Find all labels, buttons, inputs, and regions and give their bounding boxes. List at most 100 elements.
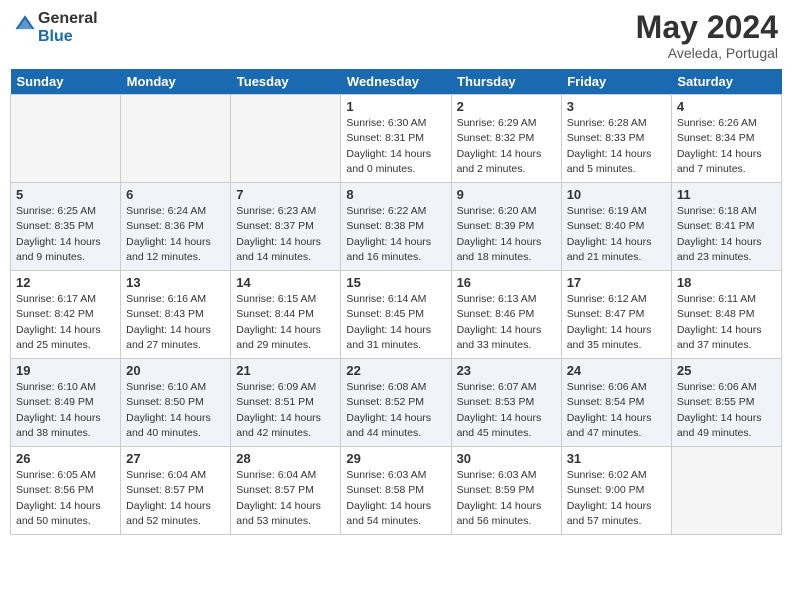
day-number: 17	[567, 275, 666, 290]
calendar-cell: 31Sunrise: 6:02 AMSunset: 9:00 PMDayligh…	[561, 447, 671, 535]
day-number: 31	[567, 451, 666, 466]
calendar-cell: 7Sunrise: 6:23 AMSunset: 8:37 PMDaylight…	[231, 183, 341, 271]
cell-sun-info: Sunrise: 6:09 AMSunset: 8:51 PMDaylight:…	[236, 380, 335, 441]
daylight: Daylight: 14 hours and 7 minutes.	[677, 148, 762, 175]
sunset: Sunset: 8:53 PM	[457, 396, 535, 408]
calendar-cell: 19Sunrise: 6:10 AMSunset: 8:49 PMDayligh…	[11, 359, 121, 447]
sunset: Sunset: 8:41 PM	[677, 220, 755, 232]
daylight: Daylight: 14 hours and 42 minutes.	[236, 412, 321, 439]
sunset: Sunset: 8:38 PM	[346, 220, 424, 232]
sunset: Sunset: 8:52 PM	[346, 396, 424, 408]
sunset: Sunset: 8:46 PM	[457, 308, 535, 320]
sunset: Sunset: 8:54 PM	[567, 396, 645, 408]
daylight: Daylight: 14 hours and 57 minutes.	[567, 500, 652, 527]
daylight: Daylight: 14 hours and 50 minutes.	[16, 500, 101, 527]
title-block: May 2024 Aveleda, Portugal	[636, 10, 778, 61]
calendar-cell: 8Sunrise: 6:22 AMSunset: 8:38 PMDaylight…	[341, 183, 451, 271]
page-header: General Blue May 2024 Aveleda, Portugal	[10, 10, 782, 61]
daylight: Daylight: 14 hours and 56 minutes.	[457, 500, 542, 527]
calendar-cell: 9Sunrise: 6:20 AMSunset: 8:39 PMDaylight…	[451, 183, 561, 271]
sunrise: Sunrise: 6:28 AM	[567, 117, 647, 129]
cell-sun-info: Sunrise: 6:08 AMSunset: 8:52 PMDaylight:…	[346, 380, 445, 441]
calendar-week-row: 26Sunrise: 6:05 AMSunset: 8:56 PMDayligh…	[11, 447, 782, 535]
sunset: Sunset: 8:37 PM	[236, 220, 314, 232]
day-number: 22	[346, 363, 445, 378]
day-number: 30	[457, 451, 556, 466]
calendar-table: SundayMondayTuesdayWednesdayThursdayFrid…	[10, 69, 782, 535]
sunrise: Sunrise: 6:26 AM	[677, 117, 757, 129]
sunset: Sunset: 8:43 PM	[126, 308, 204, 320]
sunrise: Sunrise: 6:17 AM	[16, 293, 96, 305]
day-number: 18	[677, 275, 776, 290]
day-number: 21	[236, 363, 335, 378]
daylight: Daylight: 14 hours and 2 minutes.	[457, 148, 542, 175]
calendar-cell: 22 Sunrise: 6:08 AMSunset: 8:52 PMDayligh…	[341, 359, 451, 447]
cell-sun-info: Sunrise: 6:28 AMSunset: 8:33 PMDaylight:…	[567, 116, 666, 177]
cell-sun-info: Sunrise: 6:07 AMSunset: 8:53 PMDaylight:…	[457, 380, 556, 441]
daylight: Daylight: 14 hours and 52 minutes.	[126, 500, 211, 527]
calendar-cell: 24Sunrise: 6:06 AMSunset: 8:54 PMDayligh…	[561, 359, 671, 447]
calendar-week-row: 19Sunrise: 6:10 AMSunset: 8:49 PMDayligh…	[11, 359, 782, 447]
daylight: Daylight: 14 hours and 25 minutes.	[16, 324, 101, 351]
weekday-header: Monday	[121, 69, 231, 95]
daylight: Daylight: 14 hours and 40 minutes.	[126, 412, 211, 439]
logo-line2: Blue	[38, 28, 98, 46]
calendar-cell: 27Sunrise: 6:04 AMSunset: 8:57 PMDayligh…	[121, 447, 231, 535]
daylight: Daylight: 14 hours and 38 minutes.	[16, 412, 101, 439]
calendar-cell: 4Sunrise: 6:26 AMSunset: 8:34 PMDaylight…	[671, 95, 781, 183]
calendar-cell: 18Sunrise: 6:11 AMSunset: 8:48 PMDayligh…	[671, 271, 781, 359]
sunset: Sunset: 8:50 PM	[126, 396, 204, 408]
calendar-cell: 26Sunrise: 6:05 AMSunset: 8:56 PMDayligh…	[11, 447, 121, 535]
cell-sun-info: Sunrise: 6:04 AMSunset: 8:57 PMDaylight:…	[236, 468, 335, 529]
calendar-cell	[231, 95, 341, 183]
calendar-cell: 28 Sunrise: 6:04 AMSunset: 8:57 PMDayligh…	[231, 447, 341, 535]
day-number: 23	[457, 363, 556, 378]
sunrise: Sunrise: 6:30 AM	[346, 117, 426, 129]
day-number: 16	[457, 275, 556, 290]
calendar-cell: 3Sunrise: 6:28 AMSunset: 8:33 PMDaylight…	[561, 95, 671, 183]
daylight: Daylight: 14 hours and 5 minutes.	[567, 148, 652, 175]
sunset: Sunset: 8:40 PM	[567, 220, 645, 232]
daylight: Daylight: 14 hours and 27 minutes.	[126, 324, 211, 351]
cell-sun-info: Sunrise: 6:20 AMSunset: 8:39 PMDaylight:…	[457, 204, 556, 265]
cell-sun-info: Sunrise: 6:26 AM Sunset: 8:34 PM Daylight:…	[677, 116, 776, 177]
sunset: Sunset: 8:58 PM	[346, 484, 424, 496]
sunrise: Sunrise: 6:04 AM	[236, 469, 316, 481]
weekday-header-row: SundayMondayTuesdayWednesdayThursdayFrid…	[11, 69, 782, 95]
calendar-cell: 13Sunrise: 6:16 AMSunset: 8:43 PMDayligh…	[121, 271, 231, 359]
sunset: Sunset: 8:34 PM	[677, 132, 755, 144]
cell-sun-info: Sunrise: 6:06 AMSunset: 8:55 PMDaylight:…	[677, 380, 776, 441]
daylight: Daylight: 14 hours and 23 minutes.	[677, 236, 762, 263]
day-number: 1	[346, 99, 445, 114]
daylight: Daylight: 14 hours and 21 minutes.	[567, 236, 652, 263]
daylight: Daylight: 14 hours and 54 minutes.	[346, 500, 431, 527]
cell-sun-info: Sunrise: 6:10 AMSunset: 8:50 PMDaylight:…	[126, 380, 225, 441]
logo: General Blue	[14, 10, 98, 45]
daylight: Daylight: 14 hours and 33 minutes.	[457, 324, 542, 351]
cell-sun-info: Sunrise: 6:24 AMSunset: 8:36 PMDaylight:…	[126, 204, 225, 265]
day-number: 19	[16, 363, 115, 378]
day-number: 8	[346, 187, 445, 202]
day-number: 28	[236, 451, 335, 466]
calendar-week-row: 12Sunrise: 6:17 AMSunset: 8:42 PMDayligh…	[11, 271, 782, 359]
sunrise: Sunrise: 6:09 AM	[236, 381, 316, 393]
sunrise: Sunrise: 6:13 AM	[457, 293, 537, 305]
daylight: Daylight: 14 hours and 16 minutes.	[346, 236, 431, 263]
day-number: 14	[236, 275, 335, 290]
sunset: Sunset: 8:49 PM	[16, 396, 94, 408]
cell-sun-info: Sunrise: 6:18 AMSunset: 8:41 PMDaylight:…	[677, 204, 776, 265]
calendar-cell	[121, 95, 231, 183]
cell-sun-info: Sunrise: 6:19 AMSunset: 8:40 PMDaylight:…	[567, 204, 666, 265]
sunrise: Sunrise: 6:06 AM	[567, 381, 647, 393]
calendar-week-row: 5Sunrise: 6:25 AMSunset: 8:35 PMDaylight…	[11, 183, 782, 271]
daylight: Daylight: 14 hours and 29 minutes.	[236, 324, 321, 351]
sunset: Sunset: 8:32 PM	[457, 132, 535, 144]
sunrise: Sunrise: 6:16 AM	[126, 293, 206, 305]
daylight: Daylight: 14 hours and 12 minutes.	[126, 236, 211, 263]
weekday-header: Thursday	[451, 69, 561, 95]
sunrise: Sunrise: 6:14 AM	[346, 293, 426, 305]
sunrise: Sunrise: 6:05 AM	[16, 469, 96, 481]
daylight: Daylight: 14 hours and 47 minutes.	[567, 412, 652, 439]
sunset: Sunset: 8:31 PM	[346, 132, 424, 144]
sunrise: Sunrise: 6:24 AM	[126, 205, 206, 217]
